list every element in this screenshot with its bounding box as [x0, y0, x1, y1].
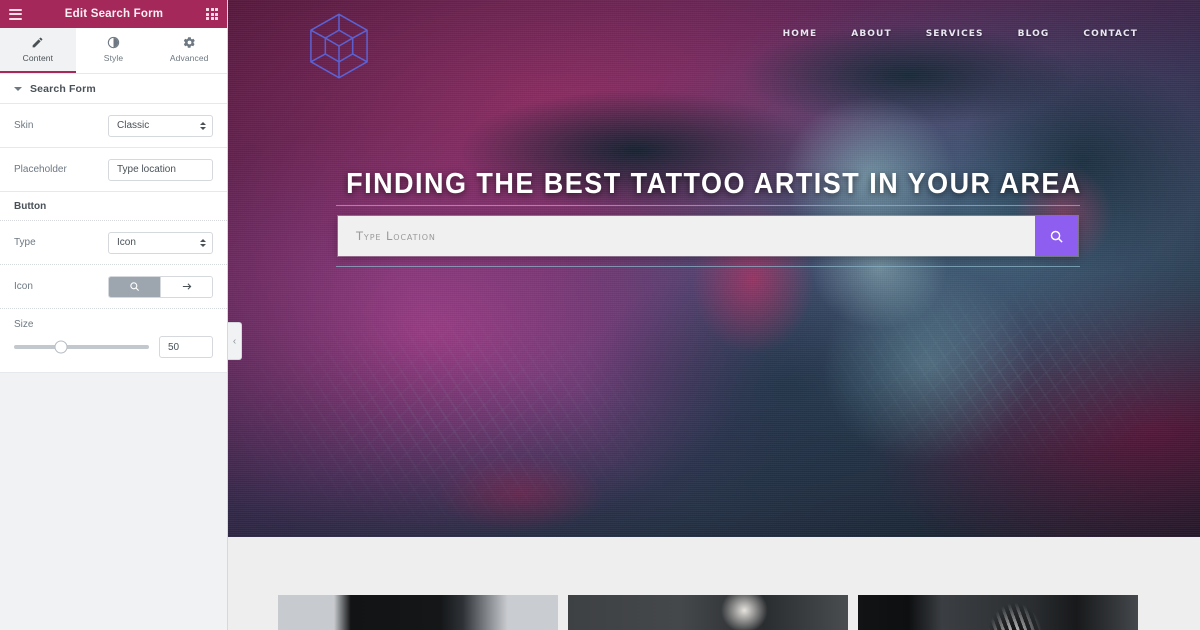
tab-style[interactable]: Style	[76, 28, 152, 73]
tab-style-label: Style	[103, 53, 124, 63]
panel-empty-area	[0, 373, 227, 618]
panel-header: Edit Search Form	[0, 0, 227, 28]
control-placeholder: Placeholder Type location	[0, 148, 227, 192]
control-placeholder-label: Placeholder	[14, 164, 67, 175]
site-preview: Home About Services Blog Contact Finding…	[228, 0, 1200, 630]
grid-icon[interactable]	[206, 8, 218, 20]
gallery-section	[228, 537, 1200, 630]
icon-choice-search[interactable]	[109, 276, 161, 297]
nav-item-home[interactable]: Home	[783, 24, 818, 39]
nav-item-about[interactable]: About	[851, 24, 891, 39]
size-slider-row: 50	[0, 332, 227, 373]
type-select[interactable]: Icon	[108, 231, 213, 254]
control-skin: Skin Classic	[0, 104, 227, 148]
hero-section: Home About Services Blog Contact Finding…	[228, 0, 1200, 537]
control-skin-label: Skin	[14, 120, 34, 131]
search-icon	[1050, 230, 1063, 243]
search-form-widget: Type Location	[337, 215, 1079, 257]
control-type: Type Icon	[0, 221, 227, 265]
control-size-label: Size	[14, 319, 34, 330]
nav-item-services[interactable]: Services	[926, 24, 984, 39]
search-input[interactable]: Type Location	[338, 216, 1035, 256]
control-icon: Icon	[0, 265, 227, 309]
nav-item-contact[interactable]: Contact	[1083, 24, 1138, 39]
panel-collapse-handle[interactable]: ‹	[228, 322, 242, 360]
icon-choice-arrow[interactable]	[161, 276, 212, 297]
placeholder-input[interactable]: Type location	[108, 158, 213, 181]
control-type-label: Type	[14, 237, 36, 248]
cube-logo-icon[interactable]	[303, 10, 375, 82]
gallery-thumb-2[interactable]	[568, 595, 848, 630]
site-navbar: Home About Services Blog Contact	[228, 0, 1200, 95]
thumb-1-highlight	[278, 595, 558, 630]
size-slider[interactable]	[14, 340, 149, 354]
contrast-icon	[107, 36, 120, 49]
tab-content[interactable]: Content	[0, 28, 76, 73]
elementor-editor-screen: Edit Search Form Content Style Advanced …	[0, 0, 1200, 630]
type-select-value: Icon	[117, 237, 136, 248]
gallery-thumb-row	[278, 595, 1138, 630]
tab-advanced-label: Advanced	[169, 53, 209, 63]
search-submit-button[interactable]	[1035, 216, 1078, 256]
panel-tabs: Content Style Advanced	[0, 28, 227, 74]
skin-select[interactable]: Classic	[108, 114, 213, 137]
search-input-placeholder: Type Location	[356, 229, 436, 243]
hamburger-icon[interactable]	[9, 8, 22, 20]
chevron-updown-icon	[200, 121, 206, 130]
size-value: 50	[168, 341, 180, 353]
thumb-2-image	[568, 595, 848, 630]
chevron-updown-icon	[200, 238, 206, 247]
panel-title: Edit Search Form	[64, 8, 164, 20]
hero-headline: Finding the best tattoo artist in your a…	[346, 168, 1082, 200]
skin-select-value: Classic	[117, 120, 150, 131]
icon-choice-group	[108, 275, 213, 298]
thumb-3-pattern	[858, 595, 1138, 630]
tab-content-label: Content	[22, 53, 54, 63]
section-search-form[interactable]: Search Form	[0, 74, 227, 104]
arrow-right-icon	[182, 283, 191, 290]
caret-down-icon	[14, 86, 22, 91]
tab-advanced[interactable]: Advanced	[151, 28, 227, 73]
site-menu: Home About Services Blog Contact	[783, 24, 1138, 39]
gallery-thumb-3[interactable]	[858, 595, 1138, 630]
size-slider-thumb[interactable]	[54, 340, 68, 354]
size-value-input[interactable]: 50	[159, 336, 213, 358]
subsection-button-heading: Button	[0, 192, 227, 221]
control-size: Size	[0, 309, 227, 332]
placeholder-input-value: Type location	[117, 164, 176, 175]
gear-icon	[183, 36, 196, 49]
gallery-thumb-1[interactable]	[278, 595, 558, 630]
editor-panel: Edit Search Form Content Style Advanced …	[0, 0, 228, 630]
control-icon-label: Icon	[14, 281, 33, 292]
pencil-icon	[31, 36, 44, 49]
nav-item-blog[interactable]: Blog	[1018, 24, 1050, 39]
section-title: Search Form	[30, 82, 96, 95]
search-icon	[130, 282, 140, 292]
